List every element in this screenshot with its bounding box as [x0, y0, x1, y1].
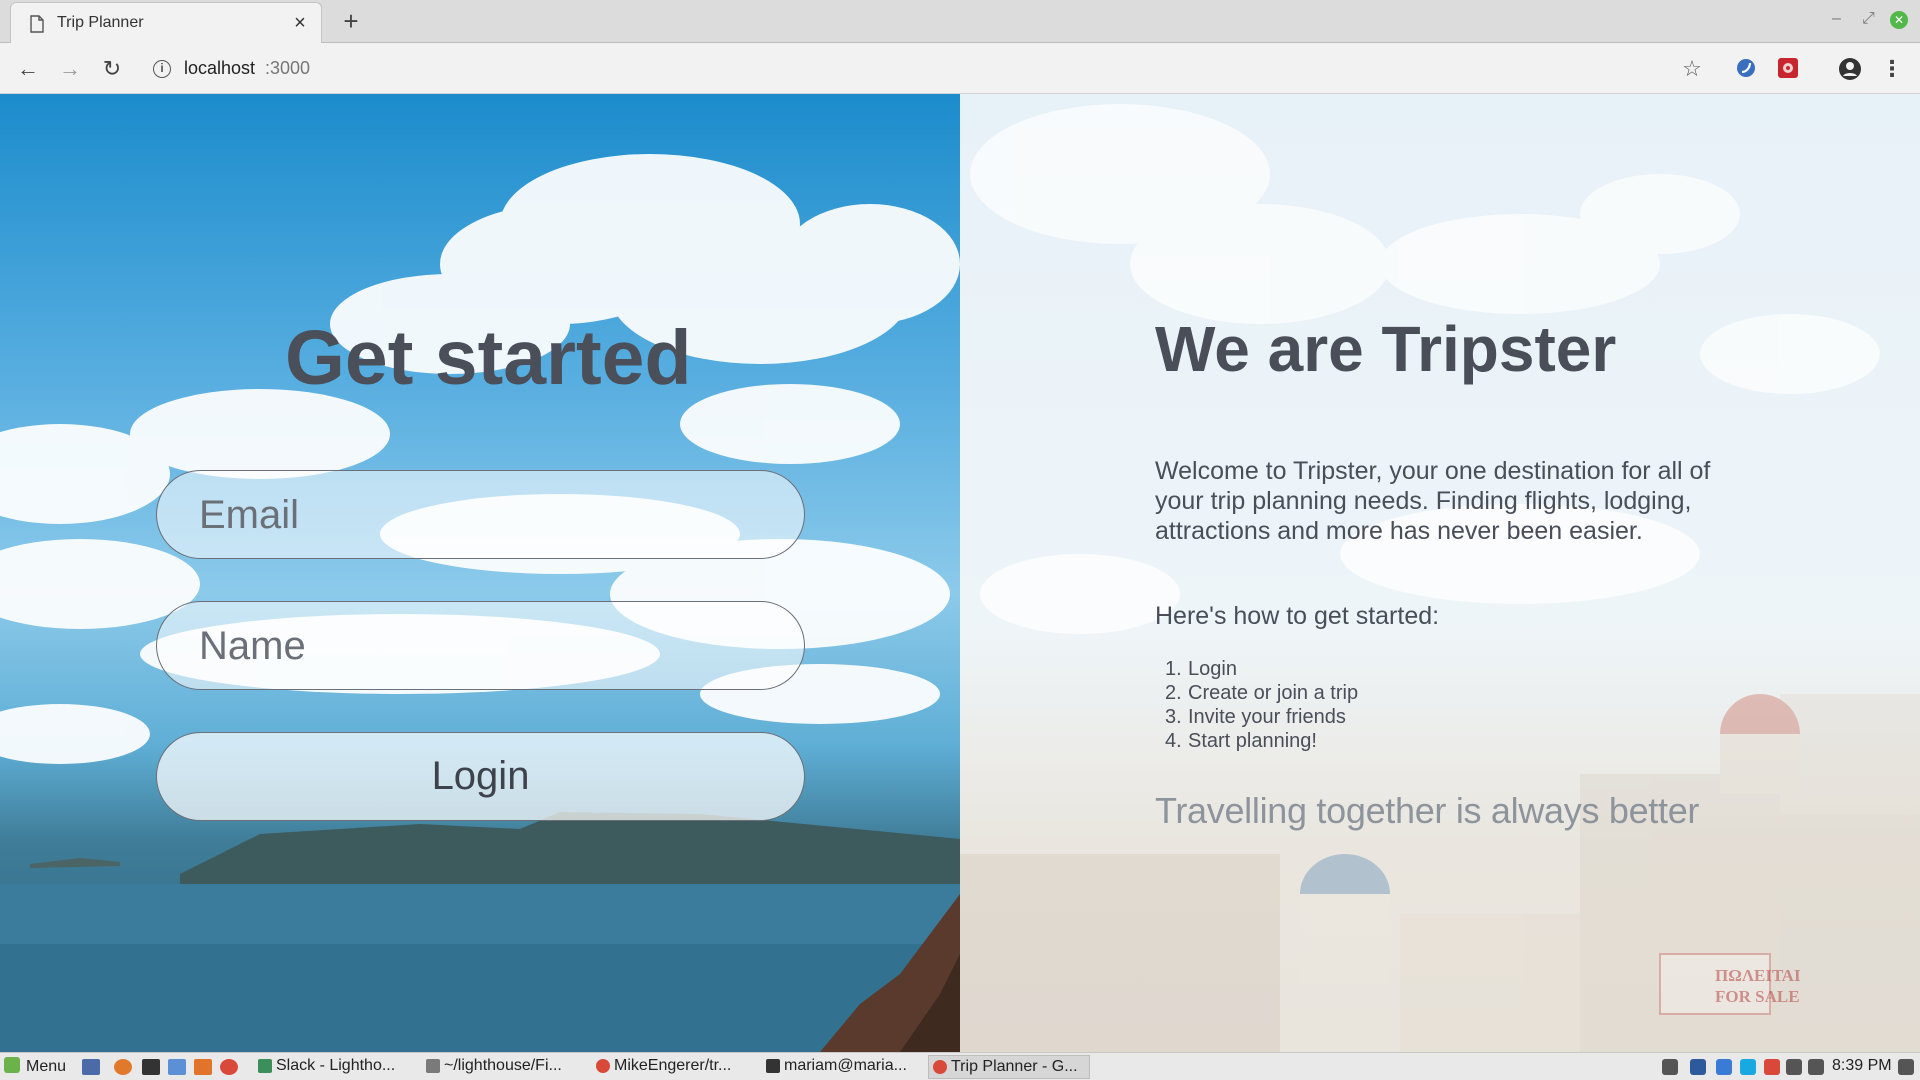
chrome-icon	[596, 1059, 610, 1073]
list-item: 2. Create or join a trip	[1165, 682, 1359, 704]
sky-and-sea-background	[0, 154, 960, 1052]
minimize-window-icon[interactable]: –	[1832, 10, 1841, 28]
wifi-tray-icon[interactable]	[1786, 1059, 1802, 1075]
sign-text-2: FOR SALE	[1715, 987, 1800, 1006]
user-tray-icon[interactable]	[1808, 1059, 1824, 1075]
task-label: MikeEngerer/tr...	[614, 1057, 732, 1074]
browser-tab-strip: Trip Planner × + – ⤢ ✕	[0, 0, 1920, 44]
account-icon[interactable]	[1838, 57, 1862, 81]
new-tab-button[interactable]: +	[338, 8, 364, 34]
settings-tray-icon[interactable]	[1662, 1059, 1678, 1075]
desktop-taskbar: Menu Slack - Lightho... ~/lighthouse/Fi.…	[0, 1052, 1920, 1080]
email-field[interactable]	[156, 470, 805, 559]
browser-tab-trip-planner[interactable]: Trip Planner ×	[10, 2, 322, 44]
taskbar-item-folder[interactable]: ~/lighthouse/Fi...	[422, 1055, 582, 1079]
login-panel: Get started Login	[0, 94, 960, 1052]
task-label: Slack - Lightho...	[276, 1057, 396, 1074]
close-tab-icon[interactable]: ×	[289, 12, 311, 34]
task-label: Trip Planner - G...	[951, 1058, 1078, 1075]
taskbar-item-trip-planner[interactable]: Trip Planner - G...	[928, 1055, 1090, 1079]
steps-list: 1. Login 2. Create or join a trip 3. Invite…	[1165, 657, 1358, 753]
name-field[interactable]	[156, 601, 805, 690]
santorini-background: ΠΩΛΕΙΤΑΙ FOR SALE	[960, 104, 1920, 1052]
sublime-icon[interactable]	[194, 1059, 212, 1075]
back-arrow-icon[interactable]: ←	[14, 55, 42, 83]
folder-icon	[426, 1059, 440, 1073]
extension-red-icon[interactable]	[1776, 57, 1800, 81]
forward-arrow-icon[interactable]: →	[56, 55, 84, 83]
extension-blue-icon[interactable]	[1734, 57, 1758, 81]
mint-logo-icon	[4, 1057, 20, 1073]
site-info-icon[interactable]: i	[153, 60, 171, 78]
start-menu-button[interactable]: Menu	[4, 1057, 66, 1076]
login-button[interactable]: Login	[156, 732, 805, 821]
about-panel: ΠΩΛΕΙΤΑΙ FOR SALE We are Tripster Welcom…	[960, 94, 1920, 1052]
clock: 8:39 PM	[1832, 1057, 1892, 1074]
about-intro: Welcome to Tripster, your one destinatio…	[1155, 457, 1711, 545]
skype-tray-icon[interactable]	[1740, 1059, 1756, 1075]
taskbar-item-github[interactable]: MikeEngerer/tr...	[592, 1055, 752, 1079]
browser-toolbar: ← → ↻ i localhost :3000 ☆ ⋮	[0, 43, 1920, 94]
email-input[interactable]	[199, 487, 759, 543]
restore-window-icon[interactable]: ⤢	[1862, 10, 1875, 28]
slack-icon	[258, 1059, 272, 1073]
volume-tray-icon[interactable]	[1898, 1059, 1914, 1075]
list-item: 3. Invite your friends	[1165, 706, 1346, 728]
sign-text: ΠΩΛΕΙΤΑΙ	[1715, 966, 1801, 985]
show-desktop-icon[interactable]	[82, 1059, 100, 1075]
howto-heading: Here's how to get started:	[1155, 602, 1440, 630]
page-viewport: Get started Login	[0, 94, 1920, 1052]
close-window-icon[interactable]: ✕	[1890, 11, 1908, 29]
task-label: ~/lighthouse/Fi...	[444, 1057, 562, 1074]
reload-icon[interactable]: ↻	[98, 55, 126, 83]
menu-label: Menu	[26, 1058, 67, 1075]
shield-tray-icon[interactable]	[1690, 1059, 1706, 1075]
tab-title: Trip Planner	[57, 14, 144, 31]
get-started-heading: Get started	[285, 315, 692, 401]
terminal-launcher-icon[interactable]	[142, 1059, 160, 1075]
page-icon	[30, 15, 44, 33]
files-icon[interactable]	[168, 1059, 186, 1075]
task-label: mariam@maria...	[784, 1057, 907, 1074]
update-tray-icon[interactable]	[1764, 1059, 1780, 1075]
taskbar-item-slack[interactable]: Slack - Lightho...	[254, 1055, 414, 1079]
bookmark-star-icon[interactable]: ☆	[1680, 57, 1704, 81]
list-item: 4. Start planning!	[1165, 730, 1317, 752]
tagline: Travelling together is always better	[1155, 790, 1700, 831]
about-title: We are Tripster	[1155, 313, 1617, 385]
firefox-icon[interactable]	[114, 1059, 132, 1075]
chrome-icon	[933, 1060, 947, 1074]
url-port: :3000	[265, 58, 311, 78]
url-host: localhost	[184, 58, 256, 78]
terminal-icon	[766, 1059, 780, 1073]
taskbar-item-terminal[interactable]: mariam@maria...	[762, 1055, 922, 1079]
chrome-launcher-icon[interactable]	[220, 1059, 238, 1075]
bluetooth-tray-icon[interactable]	[1716, 1059, 1732, 1075]
name-input[interactable]	[199, 618, 759, 674]
list-item: 1. Login	[1165, 658, 1237, 680]
browser-menu-icon[interactable]: ⋮	[1880, 57, 1904, 81]
